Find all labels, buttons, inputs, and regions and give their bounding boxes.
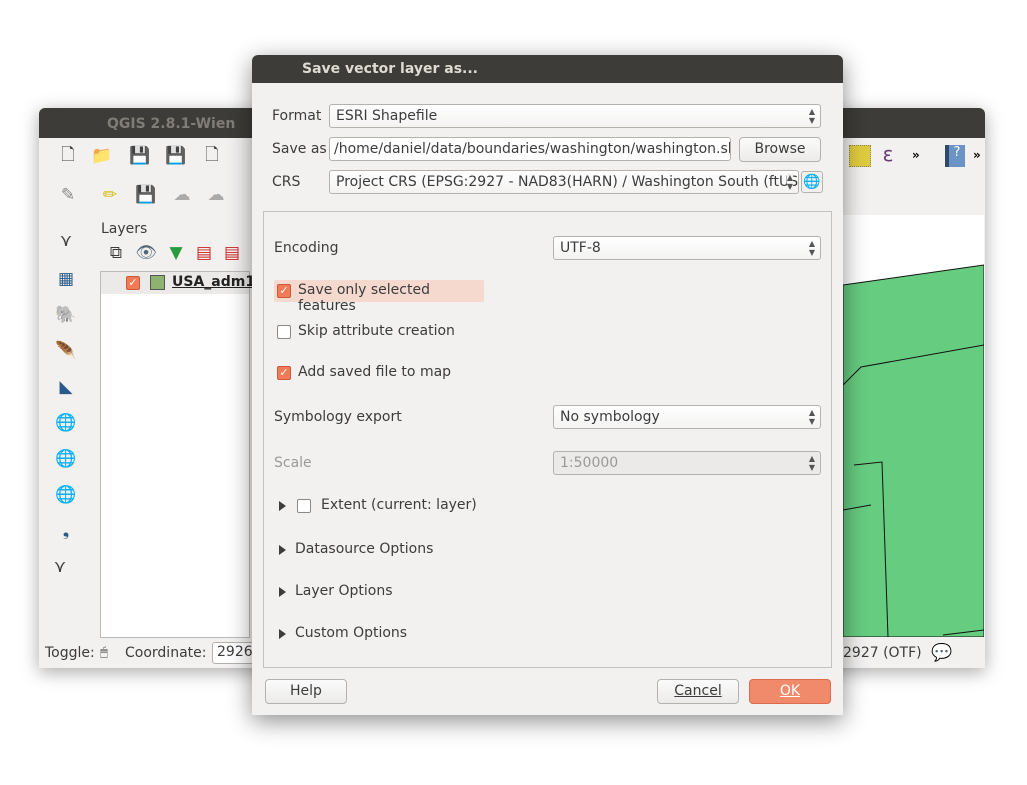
layers-panel-title: Layers	[101, 221, 148, 237]
collapse-all-icon[interactable]: ▤	[221, 242, 243, 264]
custom-options-section[interactable]: Custom Options	[295, 625, 407, 641]
add-mssql-layer-icon[interactable]: ◣	[55, 376, 77, 398]
map-canvas[interactable]	[843, 215, 984, 637]
scale-value: 1:50000	[560, 455, 619, 471]
add-vector-layer-icon[interactable]: ⋎	[55, 230, 77, 252]
expand-custom-options-icon[interactable]	[279, 629, 286, 639]
manage-visibility-icon[interactable]: 👁	[135, 242, 157, 264]
cancel-button[interactable]: Cancel	[657, 679, 739, 704]
symbology-label: Symbology export	[274, 409, 402, 425]
add-to-map-label: Add saved file to map	[298, 364, 452, 380]
new-project-icon[interactable]: 🗋	[57, 145, 79, 167]
save-selected-label: Save only selected features	[298, 282, 430, 314]
options-scroll-area[interactable]: Encoding UTF-8 ▲ ▼ ✓ Save only selected fe…	[263, 211, 832, 668]
scale-label: Scale	[274, 455, 312, 471]
save-as-label: Save as	[272, 141, 327, 157]
crs-status-text[interactable]: 2927 (OTF)	[843, 645, 922, 661]
crs-label: CRS	[272, 174, 301, 190]
layer-name: USA_adm1	[172, 274, 256, 290]
toggle-label: Toggle:	[45, 645, 95, 661]
new-print-composer-icon[interactable]: 🗋	[201, 145, 223, 167]
toggle-extents-icon[interactable]: 🖱	[95, 642, 113, 662]
expression-select-icon[interactable]: ε	[877, 142, 899, 166]
spinner-arrows-icon: ▲ ▼	[808, 107, 815, 125]
help-button[interactable]: Help	[265, 679, 347, 704]
help-contents-icon[interactable]: ?	[945, 145, 965, 167]
expand-all-icon[interactable]: ▤	[193, 242, 215, 264]
layers-tree[interactable]: ✓ USA_adm1	[100, 271, 255, 638]
add-group-icon[interactable]: ⧉	[105, 242, 127, 264]
add-to-map-checkbox[interactable]: ✓	[277, 366, 291, 380]
add-spatialite-layer-icon[interactable]: 🪶	[55, 340, 77, 362]
spinner-arrows-icon: ▲ ▼	[808, 408, 815, 426]
crs-select[interactable]: Project CRS (EPSG:2927 - NAD83(HARN) / W…	[329, 170, 799, 194]
crs-value: Project CRS (EPSG:2927 - NAD83(HARN) / W…	[336, 174, 799, 190]
extent-checkbox[interactable]	[297, 499, 311, 513]
scale-select: 1:50000 ▲ ▼	[553, 451, 821, 475]
new-shapefile-layer-icon[interactable]: ⋎	[49, 556, 71, 578]
add-feature-icon[interactable]: ☁	[171, 184, 193, 206]
deselect-features-icon[interactable]	[849, 145, 871, 167]
messages-icon[interactable]: 💬	[931, 642, 953, 664]
toggle-editing-icon[interactable]: ✏	[99, 184, 121, 206]
skip-attribute-label: Skip attribute creation	[298, 323, 455, 339]
layer-options-section[interactable]: Layer Options	[295, 583, 393, 599]
encoding-value: UTF-8	[560, 240, 601, 256]
save-selected-checkbox[interactable]: ✓	[277, 284, 291, 298]
save-as-icon[interactable]: 💾	[165, 145, 187, 167]
add-wfs-layer-icon[interactable]: 🌐	[55, 484, 77, 506]
expand-extent-icon[interactable]	[279, 501, 286, 511]
datasource-options-section[interactable]: Datasource Options	[295, 541, 433, 557]
ok-button[interactable]: OK	[749, 679, 831, 704]
symbology-value: No symbology	[560, 409, 660, 425]
toolbar-overflow-button-2[interactable]: »	[973, 148, 981, 162]
extent-label[interactable]: Extent (current: layer)	[321, 497, 477, 513]
layer-row[interactable]: ✓ USA_adm1	[101, 272, 255, 294]
layer-symbol	[150, 275, 165, 290]
add-raster-layer-icon[interactable]: ▦	[55, 268, 77, 290]
layer-visibility-checkbox[interactable]: ✓	[126, 276, 140, 290]
save-vector-layer-dialog: Save vector layer as... Format ESRI Shap…	[252, 55, 843, 715]
edit-pencils-icon[interactable]: ✎	[57, 184, 79, 206]
expand-datasource-icon[interactable]	[279, 545, 286, 555]
save-as-path-input[interactable]: /home/daniel/data/boundaries/washington/…	[329, 137, 731, 161]
browse-button[interactable]: Browse	[739, 137, 821, 162]
dialog-title: Save vector layer as...	[252, 55, 843, 83]
toolbar-overflow-button[interactable]: »	[912, 148, 920, 162]
coordinate-label: Coordinate:	[125, 645, 207, 661]
filter-legend-icon[interactable]: ▼	[165, 242, 187, 264]
save-selected-row[interactable]: ✓ Save only selected features	[274, 280, 484, 314]
format-select[interactable]: ESRI Shapefile ▲ ▼	[329, 104, 821, 128]
format-label: Format	[272, 108, 322, 124]
save-project-icon[interactable]: 💾	[129, 145, 151, 167]
open-project-icon[interactable]: 📁	[91, 145, 113, 167]
encoding-select[interactable]: UTF-8 ▲ ▼	[553, 236, 821, 260]
symbology-select[interactable]: No symbology ▲ ▼	[553, 405, 821, 429]
save-edits-icon[interactable]: 💾	[135, 184, 157, 206]
add-postgis-layer-icon[interactable]: 🐘	[55, 304, 77, 326]
spinner-arrows-icon: ▲ ▼	[808, 454, 815, 472]
map-polygons	[843, 264, 984, 637]
spinner-arrows-icon: ▲ ▼	[808, 239, 815, 257]
select-crs-globe-icon[interactable]: 🌐	[801, 171, 823, 193]
spinner-arrows-icon: ▲ ▼	[786, 173, 793, 191]
add-delimited-text-icon[interactable]: ❟	[55, 520, 77, 542]
format-value: ESRI Shapefile	[336, 108, 438, 124]
move-feature-icon[interactable]: ☁	[205, 184, 227, 206]
skip-attribute-checkbox[interactable]	[277, 325, 291, 339]
expand-layer-options-icon[interactable]	[279, 587, 286, 597]
add-wcs-layer-icon[interactable]: 🌐	[55, 448, 77, 470]
encoding-label: Encoding	[274, 240, 339, 256]
add-wms-layer-icon[interactable]: 🌐	[55, 412, 77, 434]
